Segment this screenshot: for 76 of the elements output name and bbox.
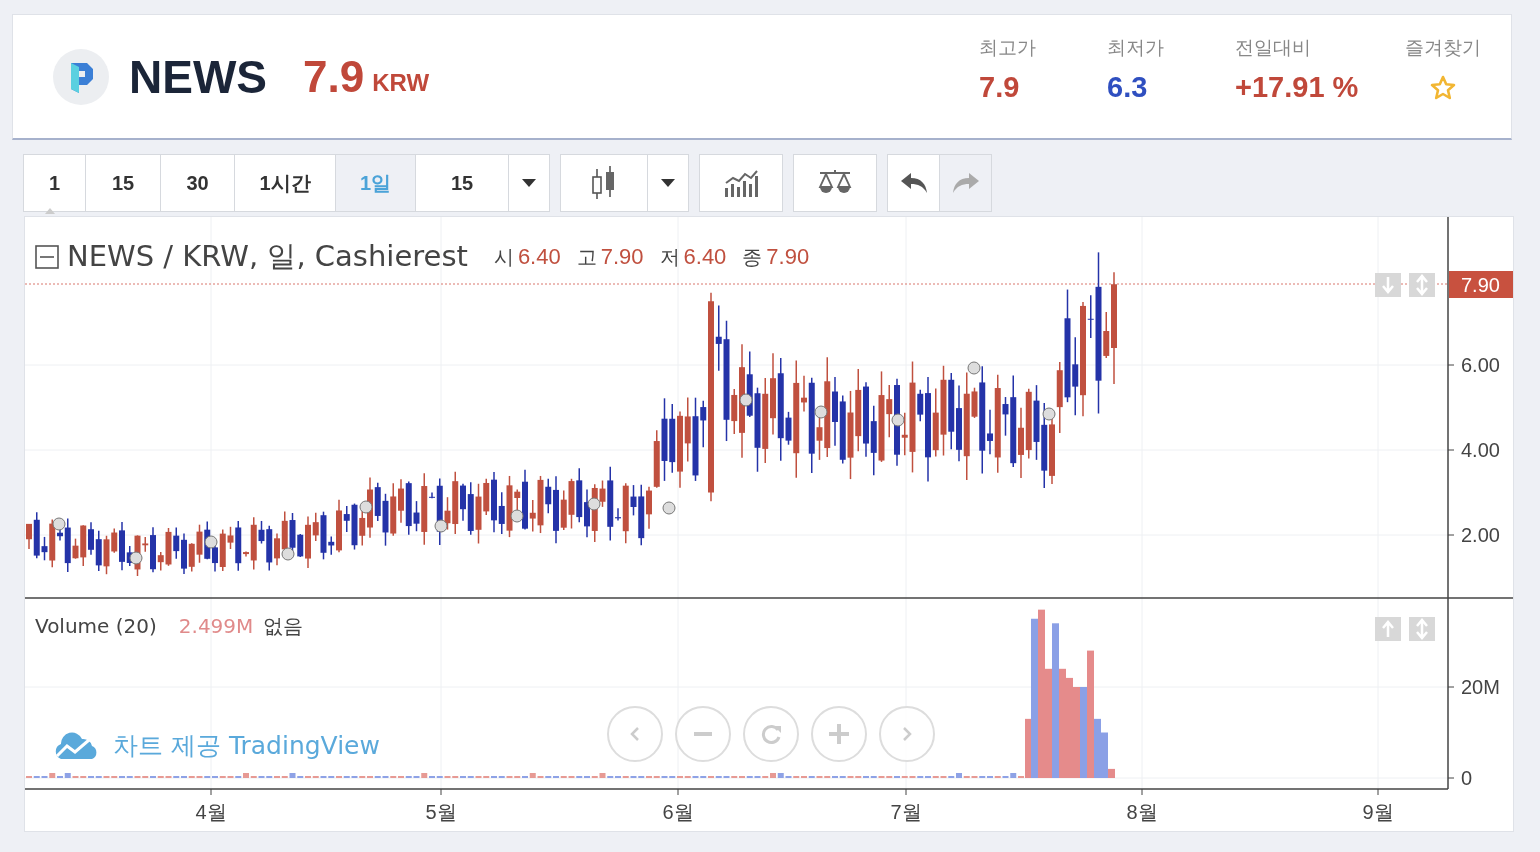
- event-marker[interactable]: [814, 405, 828, 419]
- event-marker[interactable]: [662, 501, 676, 515]
- volume-value: 2.499M: [178, 614, 254, 638]
- stat-label: 최저가: [1107, 35, 1165, 60]
- month-axis-label: 7월: [890, 801, 922, 823]
- stat-value: +17.91 %: [1235, 71, 1360, 104]
- scales-icon: [817, 170, 853, 196]
- stat-label: 전일대비: [1235, 35, 1312, 60]
- month-axis-label: 9월: [1362, 801, 1394, 823]
- caret-icon: [661, 179, 675, 187]
- event-marker[interactable]: [359, 500, 373, 514]
- logo-icon: [53, 49, 109, 105]
- current-price: 7.9: [303, 52, 365, 102]
- price-axis-label: 4.00: [1461, 439, 1500, 461]
- interval-tab[interactable]: 1: [23, 154, 86, 212]
- interval-tab[interactable]: 30: [160, 154, 235, 212]
- compare-button[interactable]: [793, 154, 877, 212]
- last-price-tag: [1449, 271, 1513, 298]
- price-axis-label: 6.00: [1461, 354, 1500, 376]
- currency-label: KRW: [372, 69, 430, 97]
- ohlc-value: 6.40: [683, 243, 727, 270]
- ohlc-value: 6.40: [517, 243, 561, 270]
- reset-icon: [760, 723, 782, 745]
- ohlc-value: 7.90: [766, 243, 810, 270]
- event-marker[interactable]: [967, 361, 981, 375]
- event-marker[interactable]: [52, 517, 66, 531]
- minus-icon: [694, 732, 712, 736]
- stat-value: 7.9: [979, 71, 1021, 104]
- symbol-name: NEWS: [129, 50, 267, 104]
- redo-arrow-icon: [951, 172, 980, 194]
- interval-tab[interactable]: 1시간: [234, 154, 336, 212]
- ohlc-label: 고: [576, 243, 597, 271]
- favorites-label: 즐겨찾기: [1405, 35, 1481, 60]
- month-axis-label: 6월: [662, 801, 694, 823]
- last-price-label: 7.90: [1461, 274, 1500, 296]
- stat-label: 최고가: [979, 35, 1037, 60]
- chart-title: NEWS / KRW, 일, Cashierest: [67, 238, 468, 275]
- chevron-left-icon: [629, 726, 641, 742]
- chevron-right-icon: [901, 726, 913, 742]
- undo-button[interactable]: [887, 154, 940, 212]
- style-dropdown[interactable]: [647, 154, 689, 212]
- event-marker[interactable]: [204, 535, 218, 549]
- ohlc-label: 저: [659, 243, 680, 271]
- interval-tab[interactable]: 15: [85, 154, 161, 212]
- candle-style-button[interactable]: [560, 154, 648, 212]
- volume-title: Volume (20): [35, 614, 157, 638]
- interval-dropdown[interactable]: [508, 154, 550, 212]
- price-axis-label: 2.00: [1461, 524, 1500, 546]
- event-marker[interactable]: [1042, 407, 1056, 421]
- month-axis-label: 4월: [195, 801, 227, 823]
- cloud-icon: [53, 731, 99, 760]
- volume-axis-label: 0: [1461, 767, 1473, 789]
- month-axis-label: 8월: [1126, 801, 1158, 823]
- volume-note: 없음: [263, 613, 304, 640]
- ohlc-value: 7.90: [600, 243, 644, 270]
- indicators-button[interactable]: [699, 154, 783, 212]
- ohlc-label: 시: [493, 243, 514, 271]
- collapse-icon[interactable]: [35, 245, 59, 269]
- event-marker[interactable]: [281, 547, 295, 561]
- month-axis-label: 5월: [425, 801, 457, 823]
- ohlc-label: 종: [742, 243, 763, 271]
- star-icon[interactable]: [1430, 75, 1456, 101]
- volume-axis-label: 20M: [1461, 676, 1500, 698]
- interval-tab[interactable]: 15: [415, 154, 509, 212]
- candlestick-icon: [591, 165, 617, 201]
- plus-icon: [829, 724, 849, 744]
- event-marker[interactable]: [891, 413, 905, 427]
- event-marker[interactable]: [129, 551, 143, 565]
- event-marker[interactable]: [587, 497, 601, 511]
- bar-chart-icon: [723, 168, 759, 198]
- caret-icon: [522, 179, 536, 187]
- event-marker[interactable]: [434, 519, 448, 533]
- undo-arrow-icon: [899, 172, 928, 194]
- event-marker[interactable]: [739, 393, 753, 407]
- event-marker[interactable]: [510, 509, 524, 523]
- stat-value: 6.3: [1107, 71, 1149, 104]
